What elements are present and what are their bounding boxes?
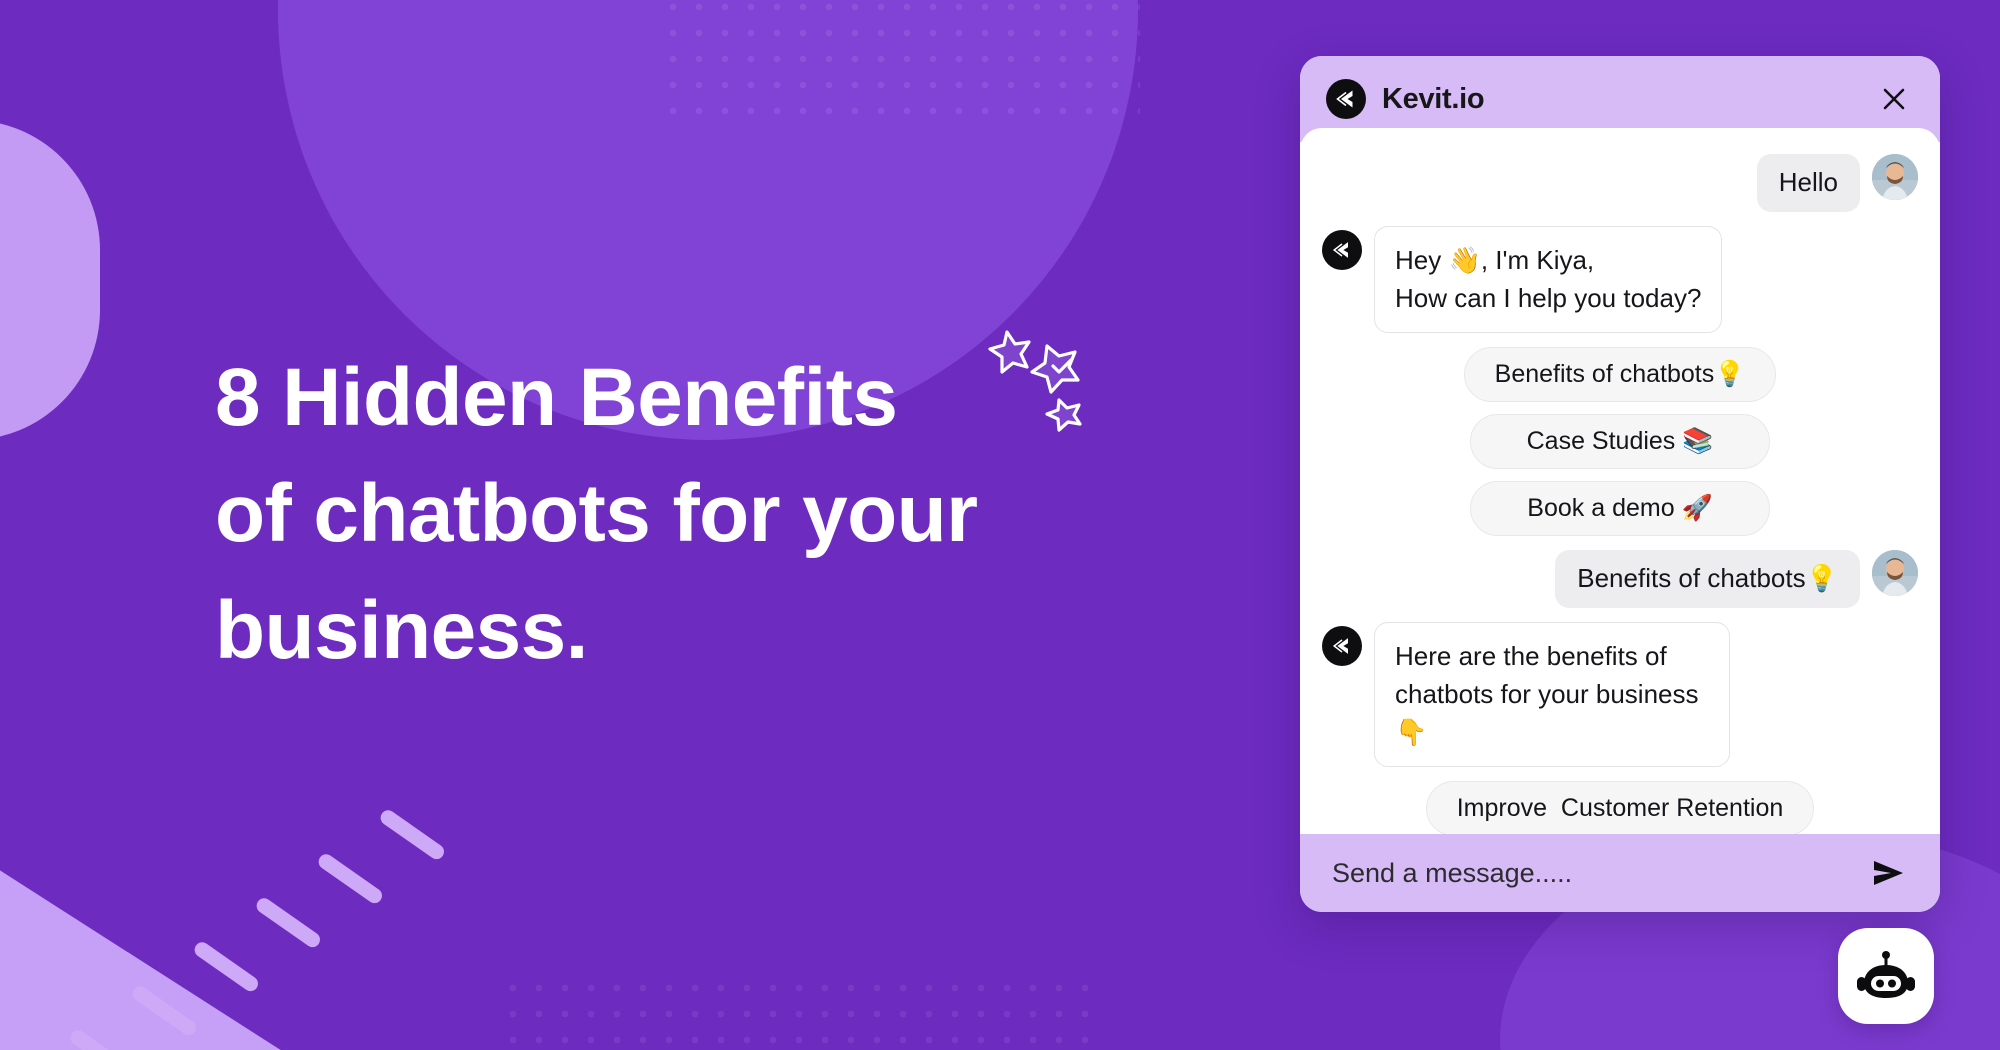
send-arrow-icon[interactable] [1868,852,1910,894]
user-avatar-photo [1872,154,1918,200]
message-line-1: Here are the benefits of [1395,640,1667,671]
chat-widget: Kevit.io Hello Hey 👋, I'm Kiya, How can … [1300,56,1940,912]
chat-message-user: Hello [1322,154,1918,212]
quick-reply-group-2: Improve Customer Retention Extend sessio… [1322,780,1918,834]
decorative-left-blob [0,120,100,440]
kevit-chevron-logo-icon [1326,79,1366,119]
message-input[interactable] [1332,857,1854,889]
decorative-dashed-line [10,740,447,1050]
chat-launcher-button[interactable] [1838,928,1934,1024]
quick-reply-case-studies[interactable]: Case Studies 📚 [1470,413,1770,469]
message-bubble-text: Benefits of chatbots💡 [1555,549,1860,608]
chat-message-list[interactable]: Hello Hey 👋, I'm Kiya, How can I help yo… [1300,128,1940,834]
close-icon[interactable] [1876,81,1912,117]
chat-brand-name: Kevit.io [1382,82,1485,115]
bot-avatar-icon [1322,229,1362,270]
user-avatar-photo [1872,549,1918,596]
chat-message-user: Benefits of chatbots💡 [1322,549,1918,608]
message-line-2: chatbots for your business👇 [1395,679,1699,748]
hero-headline: 8 Hidden Benefits of chatbots for your b… [215,340,1155,689]
quick-reply-book-demo[interactable]: Book a demo 🚀 [1470,480,1770,536]
quick-reply-group-1: Benefits of chatbots💡 Case Studies 📚 Boo… [1322,346,1918,536]
robot-head-icon [1857,951,1915,998]
hero-banner: 8 Hidden Benefits of chatbots for your b… [0,0,2000,1050]
bot-avatar-icon [1322,625,1362,666]
quick-reply-benefits[interactable]: Benefits of chatbots💡 [1463,346,1777,402]
hero-headline-line-3: business. [215,584,588,676]
message-bubble-text: Here are the benefits of chatbots for yo… [1374,621,1730,767]
message-line-2: How can I help you today? [1395,283,1702,314]
decorative-dot-grid-top [660,0,1140,114]
message-line-1: Hey 👋, I'm Kiya, [1395,244,1595,275]
quick-reply-customer-retention[interactable]: Improve Customer Retention [1425,780,1815,834]
hero-headline-line-2: of chatbots for your [215,468,978,560]
hero-headline-line-1: 8 Hidden Benefits [215,352,898,443]
message-bubble-text: Hey 👋, I'm Kiya, How can I help you toda… [1374,225,1723,333]
message-bubble-text: Hello [1756,154,1860,212]
chat-input-bar [1300,834,1940,912]
chat-message-bot: Hey 👋, I'm Kiya, How can I help you toda… [1322,225,1918,333]
chat-message-bot: Here are the benefits of chatbots for yo… [1322,621,1918,767]
decorative-dot-grid-bottom [500,975,1100,1050]
